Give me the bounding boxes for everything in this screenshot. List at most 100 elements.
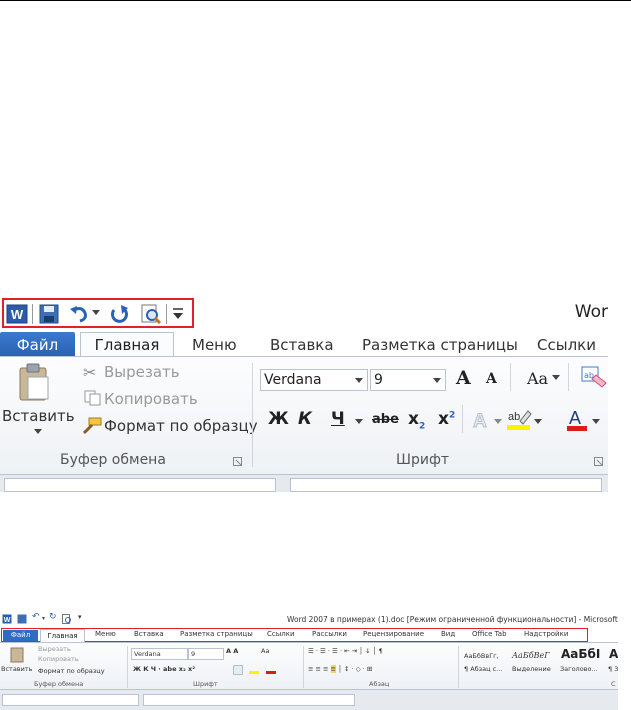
- small-tab-mailings[interactable]: Рассылки: [312, 630, 347, 638]
- customize-qat-icon[interactable]: [172, 306, 184, 326]
- small-format-painter-button[interactable]: Формат по образцу: [38, 667, 105, 675]
- bold-button[interactable]: Ж: [268, 409, 289, 429]
- tab-insert[interactable]: Вставка: [270, 336, 334, 354]
- svg-text:ab: ab: [508, 411, 520, 423]
- change-case-button[interactable]: Aa: [527, 369, 548, 388]
- chevron-down-icon[interactable]: [552, 375, 560, 381]
- zoomed-ribbon: W Wor Файл Главная Меню Вставка Разметка…: [0, 292, 608, 492]
- small-tab-insert[interactable]: Вставка: [134, 630, 164, 638]
- small-tab-file[interactable]: Файл: [3, 630, 38, 641]
- format-painter-button[interactable]: Формат по образцу: [104, 417, 258, 435]
- small-font-name-combo[interactable]: Verdana: [131, 648, 188, 660]
- small-grow-shrink-font[interactable]: A A: [226, 647, 238, 655]
- font-size-combo[interactable]: 9: [370, 369, 446, 391]
- print-preview-icon[interactable]: [140, 304, 162, 324]
- small-paste-button[interactable]: Вставить: [1, 665, 32, 673]
- tab-home[interactable]: Главная: [80, 332, 174, 358]
- clipboard-launcher-icon[interactable]: [233, 457, 243, 467]
- shrink-font-button[interactable]: A: [486, 371, 497, 387]
- small-ruler-right: [143, 694, 355, 706]
- chevron-down-icon[interactable]: [355, 378, 363, 384]
- chevron-down-icon[interactable]: [592, 419, 600, 425]
- customize-qat-icon[interactable]: ▾: [78, 613, 82, 621]
- scissors-icon: ✂: [83, 363, 97, 382]
- print-preview-icon[interactable]: [62, 614, 72, 624]
- chevron-down-icon[interactable]: [433, 378, 441, 384]
- small-highlight-color-icon[interactable]: [249, 671, 259, 674]
- tab-references[interactable]: Ссылки: [537, 336, 596, 354]
- font-size-value: 9: [374, 372, 383, 388]
- small-tab-layout[interactable]: Разметка страницы: [180, 630, 253, 638]
- italic-button[interactable]: К: [298, 409, 312, 429]
- underline-button[interactable]: Ч: [331, 409, 345, 429]
- small-copy-button[interactable]: Копировать: [38, 655, 79, 663]
- style-emphasis-sample[interactable]: АаБбВеГ: [512, 651, 550, 660]
- undo-icon[interactable]: [68, 304, 90, 324]
- subscript-button[interactable]: x2: [408, 409, 425, 431]
- text-effects-icon[interactable]: A: [470, 409, 494, 432]
- font-name-value: Verdana: [264, 372, 322, 388]
- style-normal-sample[interactable]: АаБбВвГг,: [464, 652, 499, 660]
- group-separator: [462, 405, 463, 433]
- chevron-down-icon[interactable]: [534, 419, 542, 425]
- small-clipboard-group-label: Буфер обмена: [34, 680, 84, 688]
- font-name-combo[interactable]: Verdana: [260, 369, 368, 391]
- superscript-label: x: [438, 409, 449, 429]
- justify-active: ≡: [330, 665, 336, 673]
- word-app-icon[interactable]: W: [6, 304, 28, 324]
- quick-access-toolbar: W Wor: [0, 292, 608, 332]
- undo-dropdown-icon[interactable]: [92, 310, 100, 330]
- grow-font-button[interactable]: A: [456, 367, 471, 389]
- group-separator: [127, 646, 128, 688]
- word-app-icon[interactable]: W: [2, 614, 12, 624]
- small-change-case[interactable]: Aa: [261, 647, 269, 655]
- ribbon-tabs: Файл Главная Меню Вставка Разметка стран…: [0, 332, 608, 358]
- copy-button[interactable]: Копировать: [104, 390, 198, 408]
- paste-dropdown-icon[interactable]: [34, 429, 42, 435]
- svg-text:W: W: [11, 307, 24, 322]
- font-color-icon[interactable]: A: [566, 407, 588, 431]
- small-tab-office-tab[interactable]: Office Tab: [472, 630, 507, 638]
- strikethrough-button[interactable]: abe: [372, 412, 399, 427]
- subscript-label: x: [408, 409, 419, 429]
- save-icon[interactable]: [39, 304, 59, 324]
- small-font-size-combo[interactable]: 9: [188, 648, 224, 660]
- small-tab-menu[interactable]: Меню: [95, 630, 116, 638]
- paste-icon[interactable]: [16, 363, 52, 401]
- redo-icon[interactable]: [108, 304, 130, 324]
- small-cut-button[interactable]: Вырезать: [38, 645, 71, 653]
- font-group-label: Шрифт: [396, 452, 450, 468]
- superscript-button[interactable]: x2: [438, 409, 455, 429]
- small-bold-italic-underline[interactable]: Ж К Ч · abe x₂ x²: [133, 665, 195, 673]
- small-font-color-icon[interactable]: [266, 671, 276, 674]
- highlight-color-icon[interactable]: ab: [506, 407, 532, 431]
- qat-separator: [166, 304, 167, 324]
- style-heading-sample[interactable]: АаБбI: [561, 647, 600, 661]
- font-launcher-icon[interactable]: [594, 457, 604, 467]
- qat-separator: [32, 304, 33, 324]
- undo-dropdown-icon[interactable]: ▾: [42, 615, 45, 622]
- small-tab-addins[interactable]: Надстройки: [524, 630, 568, 638]
- small-list-buttons[interactable]: ☰ · ☰ · ☰ · ⇤ ⇥ │ ↓ │ ¶: [308, 647, 383, 655]
- tab-menu[interactable]: Меню: [192, 336, 237, 354]
- redo-icon[interactable]: ↻: [49, 612, 57, 622]
- undo-icon[interactable]: ↶: [32, 612, 40, 622]
- paste-button[interactable]: Вставить: [2, 407, 75, 425]
- small-tab-view[interactable]: Вид: [441, 630, 455, 638]
- tab-layout[interactable]: Разметка страницы: [362, 336, 518, 354]
- style-fourth-sample[interactable]: А: [609, 647, 618, 661]
- small-align-buttons[interactable]: ≡ ≡ ≡ ≡ │ ↕ · ◇ · ⊞: [308, 665, 372, 673]
- small-tab-review[interactable]: Рецензирование: [363, 630, 424, 638]
- chevron-down-icon[interactable]: [494, 419, 502, 425]
- tab-file[interactable]: Файл: [0, 332, 75, 358]
- paste-icon[interactable]: [10, 646, 26, 663]
- clear-formatting-icon[interactable]: ab: [580, 365, 608, 391]
- save-icon[interactable]: [17, 614, 27, 624]
- ruler-bar: [0, 474, 608, 492]
- chevron-down-icon[interactable]: [355, 419, 363, 425]
- small-tab-references[interactable]: Ссылки: [267, 630, 295, 638]
- small-tab-home[interactable]: Главная: [40, 629, 85, 642]
- small-ruler-left: [2, 694, 139, 706]
- cut-button[interactable]: Вырезать: [104, 363, 180, 381]
- small-text-effects-icon[interactable]: [233, 665, 243, 675]
